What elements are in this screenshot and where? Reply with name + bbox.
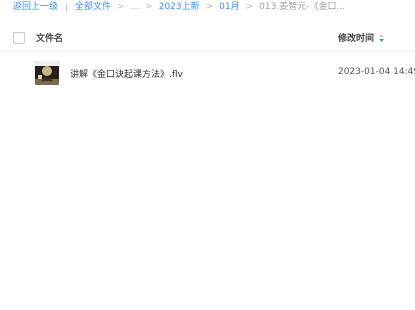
thumbnail-image [35, 61, 59, 85]
breadcrumb-folder-01[interactable]: 01月 [219, 0, 239, 14]
sort-descending-icon[interactable] [378, 33, 385, 43]
file-list-header: 文件名 修改时间 [0, 24, 415, 52]
file-name[interactable]: 讲解《金口诀起课方法》.flv [70, 67, 183, 80]
column-header-modified-label: 修改时间 [338, 34, 375, 44]
breadcrumb-all-files[interactable]: 全部文件 [75, 0, 111, 14]
breadcrumb-separator: > [245, 2, 254, 12]
breadcrumb-current-folder: 013.姜智元-《金口... [259, 2, 346, 12]
breadcrumb-separator: > [145, 2, 153, 12]
breadcrumb-separator: > [117, 2, 125, 12]
file-modified-date: 2023-01-04 14:49 [338, 67, 415, 77]
breadcrumb-separator: > [205, 2, 214, 12]
breadcrumb-ellipsis[interactable]: ... [131, 0, 140, 14]
column-header-name[interactable]: 文件名 [36, 31, 63, 44]
back-link[interactable]: 返回上一级 [13, 0, 58, 14]
breadcrumb-folder-2023[interactable]: 2023上新 [159, 0, 200, 14]
breadcrumb-divider [66, 2, 68, 12]
video-thumbnail-icon[interactable] [35, 61, 59, 85]
file-row[interactable]: 讲解《金口诀起课方法》.flv 2023-01-04 14:49 [0, 57, 415, 91]
breadcrumb: 返回上一级 全部文件 > ... > 2023上新 > 01月 > 013.姜智… [13, 0, 345, 14]
select-all-checkbox[interactable] [13, 32, 25, 44]
column-header-modified[interactable]: 修改时间 [338, 31, 385, 44]
